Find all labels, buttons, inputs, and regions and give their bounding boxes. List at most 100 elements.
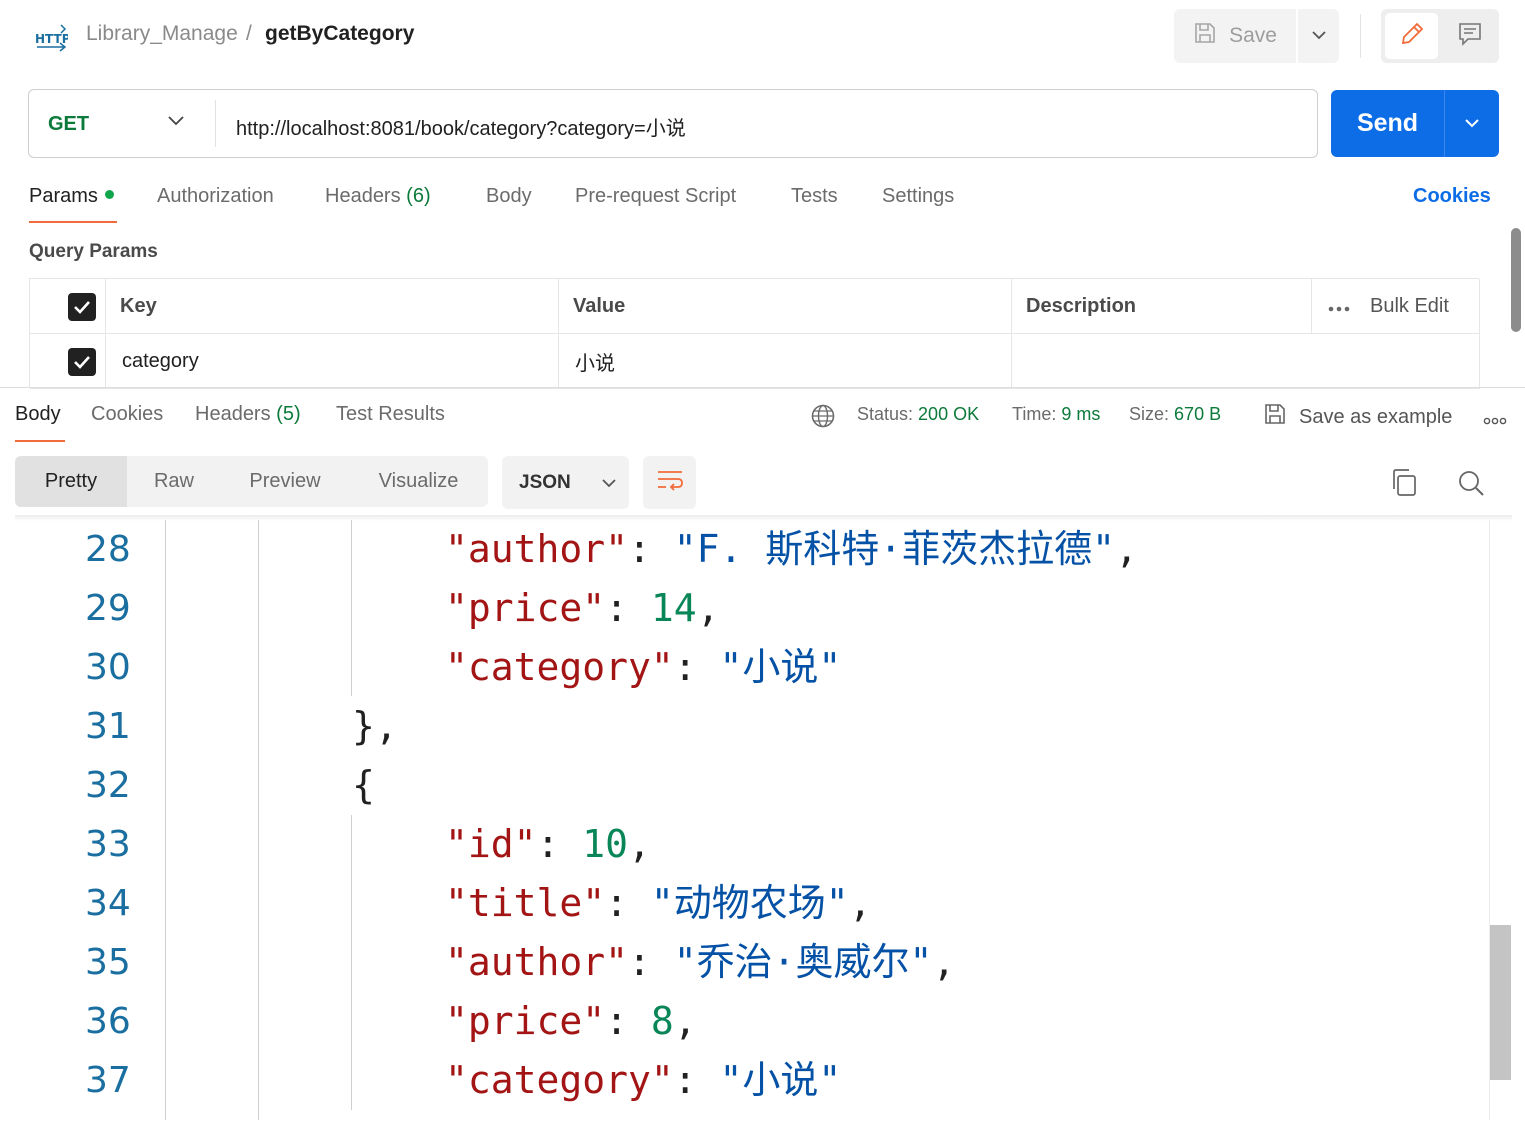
send-button-group: Send bbox=[1331, 90, 1499, 157]
svg-text:HTTP: HTTP bbox=[35, 32, 68, 46]
copy-icon[interactable] bbox=[1390, 468, 1418, 503]
format-pretty[interactable]: Pretty bbox=[15, 456, 127, 507]
json-colon: : bbox=[628, 940, 674, 984]
bulk-edit-button[interactable]: Bulk Edit bbox=[1370, 295, 1449, 318]
send-options-button[interactable] bbox=[1444, 90, 1499, 157]
line-number: 28 bbox=[85, 529, 131, 570]
query-params-table: Key Value Description Bulk Edit category… bbox=[29, 278, 1480, 389]
table-row: category 小说 bbox=[30, 334, 1480, 389]
json-string: "F. 斯科特·菲茨杰拉德" bbox=[673, 527, 1116, 571]
active-tab-indicator bbox=[29, 221, 117, 223]
http-icon: HTTP bbox=[34, 22, 71, 52]
params-active-dot bbox=[104, 190, 114, 199]
format-preview[interactable]: Preview bbox=[221, 456, 349, 507]
response-tab-body[interactable]: Body bbox=[15, 403, 61, 426]
tab-tests[interactable]: Tests bbox=[791, 185, 838, 208]
tab-settings[interactable]: Settings bbox=[882, 185, 954, 208]
json-number: 8 bbox=[650, 999, 674, 1043]
method-select[interactable]: GET bbox=[48, 113, 89, 136]
save-as-example-button[interactable]: Save as example bbox=[1263, 402, 1452, 432]
table-header-row: Key Value Description Bulk Edit bbox=[30, 279, 1480, 334]
json-comma: , bbox=[932, 940, 956, 984]
response-tab-headers-label: Headers bbox=[195, 403, 271, 425]
send-button[interactable]: Send bbox=[1331, 90, 1444, 157]
response-headers-count: (5) bbox=[276, 403, 301, 425]
json-comma: , bbox=[696, 586, 720, 630]
cookies-link[interactable]: Cookies bbox=[1413, 185, 1491, 208]
documentation-button[interactable] bbox=[1443, 13, 1496, 59]
pane-divider[interactable] bbox=[0, 387, 1525, 388]
json-key: "title" bbox=[445, 881, 606, 925]
response-tab-cookies[interactable]: Cookies bbox=[91, 403, 163, 426]
edit-mode-button[interactable] bbox=[1385, 13, 1438, 59]
code-line: 29 "price": 14, bbox=[0, 579, 1490, 638]
tab-pre-request-script[interactable]: Pre-request Script bbox=[575, 185, 736, 208]
request-name[interactable]: getByCategory bbox=[265, 22, 414, 46]
search-icon[interactable] bbox=[1457, 469, 1485, 502]
line-number: 34 bbox=[85, 883, 131, 924]
breadcrumb-collection[interactable]: Library_Manage bbox=[86, 22, 238, 46]
json-key: "author" bbox=[445, 527, 629, 571]
json-brace: { bbox=[352, 763, 375, 807]
time-value: 9 ms bbox=[1061, 404, 1101, 424]
response-time[interactable]: Time: 9 ms bbox=[1012, 404, 1100, 425]
ellipsis-icon[interactable] bbox=[1483, 412, 1507, 430]
tab-body[interactable]: Body bbox=[486, 185, 532, 208]
save-icon bbox=[1263, 402, 1287, 432]
format-raw[interactable]: Raw bbox=[127, 456, 221, 507]
view-mode-toggle bbox=[1381, 9, 1499, 63]
language-select[interactable]: JSON bbox=[502, 456, 629, 509]
column-key: Key bbox=[106, 279, 559, 334]
ellipsis-icon[interactable] bbox=[1328, 295, 1350, 318]
url-input[interactable]: http://localhost:8081/book/category?cate… bbox=[236, 112, 686, 141]
size-value: 670 B bbox=[1174, 404, 1222, 424]
tab-params[interactable]: Params bbox=[29, 185, 114, 208]
chevron-down-icon bbox=[601, 472, 617, 494]
column-value: Value bbox=[559, 279, 1012, 334]
response-body-code[interactable]: 28 "author": "F. 斯科特·菲茨杰拉德", 29 "price": 14… bbox=[0, 520, 1490, 1130]
save-as-example-label: Save as example bbox=[1299, 405, 1453, 428]
body-format-tabs: Pretty Raw Preview Visualize bbox=[15, 456, 488, 507]
tab-headers[interactable]: Headers (6) bbox=[325, 185, 431, 208]
response-size[interactable]: Size: 670 B bbox=[1129, 404, 1221, 425]
query-params-title: Query Params bbox=[29, 241, 158, 262]
code-content: { bbox=[352, 756, 375, 815]
json-string: "小说" bbox=[719, 1058, 842, 1102]
json-number: 10 bbox=[582, 822, 629, 866]
response-tab-test-results[interactable]: Test Results bbox=[336, 403, 445, 426]
code-line: 35 "author": "乔治·奥威尔", bbox=[0, 933, 1490, 992]
params-scrollbar[interactable] bbox=[1511, 228, 1521, 332]
line-number: 30 bbox=[85, 647, 131, 688]
param-key-input[interactable]: category bbox=[106, 334, 559, 389]
format-visualize[interactable]: Visualize bbox=[349, 456, 488, 507]
response-tab-headers[interactable]: Headers (5) bbox=[195, 403, 301, 426]
save-options-button[interactable] bbox=[1296, 9, 1339, 63]
code-content: "category": "小说" bbox=[445, 1051, 841, 1110]
param-value-input[interactable]: 小说 bbox=[559, 334, 1012, 389]
response-scrollbar[interactable] bbox=[1490, 925, 1511, 1080]
code-content: "category": "小说" bbox=[445, 638, 841, 697]
wrap-lines-button[interactable] bbox=[643, 456, 696, 509]
checkbox-checked-icon[interactable] bbox=[68, 347, 96, 376]
code-line: 34 "title": "动物农场", bbox=[0, 874, 1490, 933]
json-colon: : bbox=[605, 586, 651, 630]
wrap-lines-icon bbox=[656, 468, 684, 497]
code-line: 30 "category": "小说" bbox=[0, 638, 1490, 697]
save-button[interactable]: Save bbox=[1174, 9, 1296, 63]
chevron-down-icon[interactable] bbox=[167, 114, 185, 132]
code-line: 31}, bbox=[0, 697, 1490, 756]
response-status[interactable]: Status: 200 OK bbox=[857, 404, 979, 425]
code-content: "title": "动物农场", bbox=[445, 874, 872, 933]
code-content: }, bbox=[352, 697, 398, 756]
json-string: "小说" bbox=[719, 645, 842, 689]
checkbox-checked-icon[interactable] bbox=[68, 292, 96, 321]
code-line: 32 { bbox=[0, 756, 1490, 815]
json-comma: , bbox=[848, 881, 872, 925]
json-comma: , bbox=[1115, 527, 1138, 571]
param-description-input[interactable] bbox=[1012, 334, 1480, 389]
tab-authorization[interactable]: Authorization bbox=[157, 185, 274, 208]
json-colon: : bbox=[628, 527, 674, 571]
code-line: 33 "id": 10, bbox=[0, 815, 1490, 874]
status-label: Status: bbox=[857, 404, 914, 424]
globe-icon[interactable] bbox=[810, 403, 836, 434]
